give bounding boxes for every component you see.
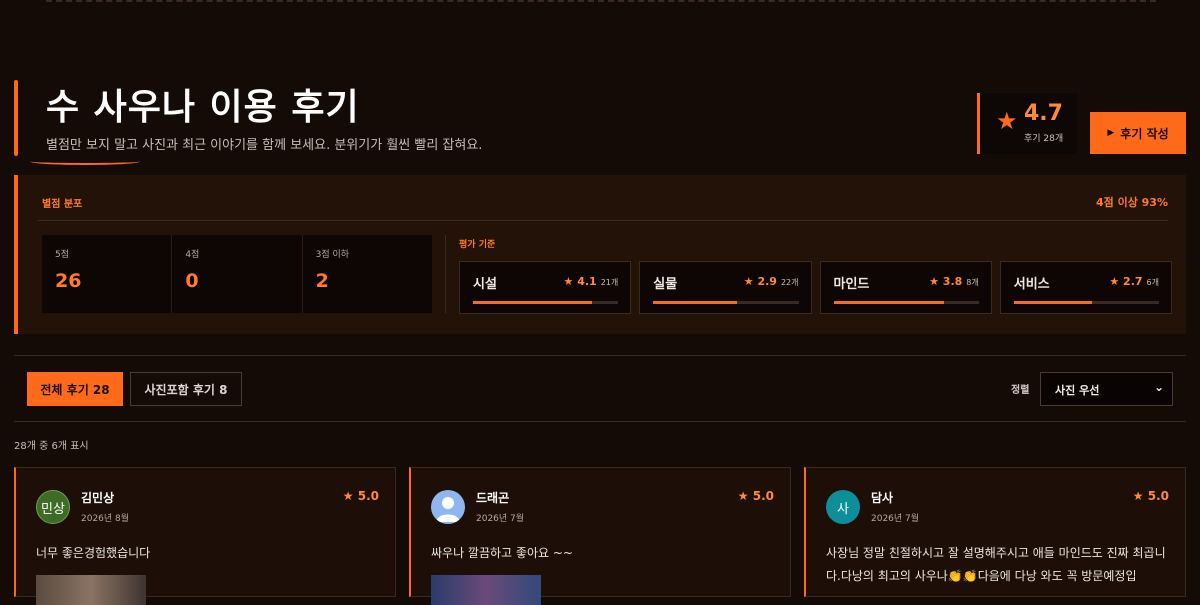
criterion-name: 실물 (653, 277, 678, 292)
star-group-count: 26 (55, 270, 82, 292)
review-photo-thumbnail[interactable] (431, 575, 541, 605)
criterion-name: 서비스 (1013, 277, 1050, 292)
distribution-vertical-divider (445, 235, 446, 313)
criterion-score: ★ 2.9 22개 (744, 275, 799, 288)
default-user-icon (436, 497, 460, 522)
criterion-bar-track (833, 301, 979, 304)
distribution-label: 별점 분포 (42, 199, 83, 210)
criteria-list: 시설 ★ 4.1 21개 실물 ★ 2.9 22개 마인드 ★ 3.8 8개 서비스 … (459, 261, 1172, 314)
avatar: 민상 (36, 490, 70, 524)
toolbar-divider (14, 421, 1186, 422)
review-score: ★ 5.0 (342, 489, 379, 503)
criterion-mind: 마인드 ★ 3.8 8개 (819, 261, 992, 314)
criterion-count: 8개 (966, 278, 979, 287)
sort-select-value: 사진 우선 (1055, 384, 1100, 397)
star-group-4: 4점 0 (172, 235, 303, 313)
criterion-bar-track (1013, 301, 1159, 304)
criterion-score-value: ★ 2.7 (1109, 275, 1143, 288)
criterion-score-value: ★ 4.1 (563, 275, 597, 288)
reviewer-name: 드래곤 (476, 491, 510, 505)
sort-label: 정렬 (1011, 385, 1030, 396)
criterion-bar-track (653, 301, 799, 304)
distribution-divider (38, 220, 1168, 221)
criterion-score: ★ 4.1 21개 (564, 275, 619, 288)
star-group-label: 5점 (55, 250, 70, 260)
criterion-bar-track (473, 301, 619, 304)
criterion-count: 22개 (780, 278, 799, 287)
criterion-name: 시설 (473, 277, 497, 292)
write-review-button[interactable]: ▶ 후기 작성 (1090, 112, 1186, 154)
review-text: 사장님 정말 친절하시고 잘 설명해주시고 애들 마인드도 진짜 최곱니다.다낭… (826, 546, 1166, 583)
review-text: 너무 좋은경험했습니다 (36, 546, 151, 560)
criterion-score-value: ★ 2.9 (743, 275, 777, 288)
star-group-5: 5점 26 (42, 235, 173, 313)
review-score: ★ 5.0 (1132, 489, 1169, 503)
star-group-label: 4점 (185, 250, 200, 260)
avatar: 사 (826, 490, 860, 524)
result-count: 28개 중 6개 표시 (14, 441, 89, 452)
criteria-label: 평가 기준 (459, 240, 496, 250)
star-group-label: 3점 이하 (315, 250, 350, 260)
criterion-count: 6개 (1146, 278, 1159, 287)
title-accent-bar (14, 80, 18, 156)
criterion-service: 서비스 ★ 2.7 6개 (999, 261, 1172, 314)
top-dashed-divider (46, 0, 1156, 2)
reviewer-name: 담사 (871, 491, 894, 505)
review-card[interactable]: 민상 김민상 2026년 8월 ★ 5.0 너무 좋은경험했습니다 (14, 467, 396, 605)
play-icon: ▶ (1107, 128, 1115, 138)
review-card[interactable]: 사 담사 2026년 7월 ★ 5.0 사장님 정말 친절하시고 잘 설명해주시… (804, 467, 1186, 597)
criterion-facility: 시설 ★ 4.1 21개 (459, 261, 632, 314)
star-group-3-below: 3점 이하 2 (303, 235, 432, 313)
criterion-real: 실물 ★ 2.9 22개 (639, 261, 812, 314)
review-date: 2026년 7월 (871, 514, 920, 524)
review-date: 2026년 7월 (476, 514, 525, 524)
star-icon: ★ (996, 107, 1018, 135)
star-group-count: 0 (185, 270, 199, 292)
review-text: 싸우나 깔끔하고 좋아요 ~~ (431, 546, 573, 560)
review-score: ★ 5.0 (737, 489, 774, 503)
review-photo-thumbnail[interactable] (36, 575, 146, 605)
criterion-name: 마인드 (833, 277, 870, 292)
chevron-down-icon: ⌄ (1153, 380, 1164, 394)
criterion-bar-fill (1013, 301, 1093, 304)
sort-select[interactable]: 사진 우선 ⌄ (1040, 372, 1173, 406)
reviewer-name: 김민상 (81, 491, 115, 505)
review-card[interactable]: 드래곤 2026년 7월 ★ 5.0 싸우나 깔끔하고 좋아요 ~~ (409, 467, 791, 605)
tab-photo-reviews[interactable]: 사진포함 후기 8 (130, 372, 242, 406)
criterion-count: 21개 (600, 278, 619, 287)
title-underline-swoosh (30, 158, 140, 165)
review-count: 후기 28개 (1024, 134, 1064, 144)
write-review-label: 후기 작성 (1120, 126, 1169, 141)
review-date: 2026년 8월 (81, 514, 130, 524)
star-group-list: 5점 26 4점 0 3점 이하 2 (42, 235, 432, 313)
distribution-ratio: 4점 이상 93% (1095, 196, 1168, 209)
avatar (431, 490, 465, 524)
criterion-bar-fill (833, 301, 944, 304)
overall-rating: 4.7 (1024, 101, 1063, 126)
rating-distribution-panel: 별점 분포 4점 이상 93% 5점 26 4점 0 3점 이하 2 평가 기준… (14, 175, 1186, 334)
page-title: 수 사우나 이용 후기 (46, 87, 360, 128)
criterion-score: ★ 3.8 8개 (929, 275, 979, 288)
overall-rating-box: ★ 4.7 후기 28개 (977, 93, 1077, 154)
criterion-score: ★ 2.7 6개 (1109, 275, 1159, 288)
criterion-bar-fill (473, 301, 593, 304)
star-group-count: 2 (315, 270, 329, 292)
section-divider (14, 355, 1186, 356)
criterion-score-value: ★ 3.8 (929, 275, 963, 288)
criterion-bar-fill (653, 301, 738, 304)
page-subtitle: 별점만 보지 말고 사진과 최근 이야기를 함께 보세요. 분위기가 훨씬 빨리… (46, 138, 483, 153)
tab-all-reviews[interactable]: 전체 후기 28 (27, 372, 123, 406)
